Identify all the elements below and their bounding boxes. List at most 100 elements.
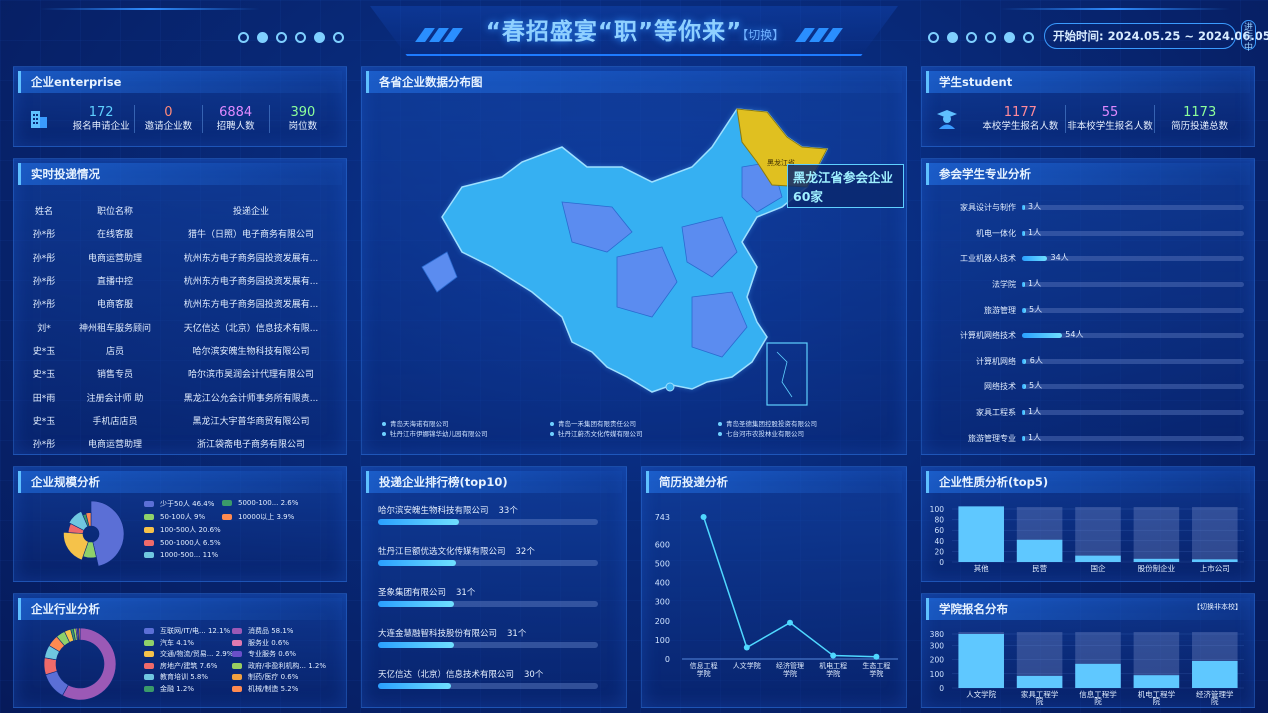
legend-item: 100-500人 20.6% xyxy=(144,525,221,535)
stat-label: 岗位数 xyxy=(288,121,318,132)
scale-pie-chart xyxy=(63,500,125,567)
stat-label: 本校学生报名人数 xyxy=(982,121,1059,132)
legend-item: 10000以上 3.9% xyxy=(222,512,294,522)
hainan[interactable] xyxy=(665,382,675,392)
x-tick-label: 其他 xyxy=(974,563,989,573)
legend-swatch xyxy=(144,552,154,558)
province[interactable] xyxy=(421,251,458,293)
stat-label: 报名申请企业 xyxy=(72,121,130,132)
table-row[interactable]: 史*玉 销售专员 哈尔滨市昊润会计代理有限公司 xyxy=(22,362,338,385)
bar-track: 1人 xyxy=(1022,228,1244,237)
legend-item: 教育培训 5.8% xyxy=(144,672,208,682)
y-tick-label: 600 xyxy=(655,540,670,549)
bar-fill xyxy=(378,560,457,566)
bar-fill xyxy=(1022,358,1027,364)
legend-item: 机械/制造 5.2% xyxy=(232,684,298,694)
legend-label: 消费品 58.1% xyxy=(248,627,294,635)
bar-track: 1人 xyxy=(1022,433,1244,442)
table-row[interactable]: 孙*彤 电商运营助理 杭州东方电子商务园投资发展有... xyxy=(22,246,338,269)
dot xyxy=(257,32,268,43)
legend-item: 交通/物流/贸易... 2.9% xyxy=(144,649,233,659)
legend-label: 1000-500... 11% xyxy=(160,551,219,559)
ranking-item[interactable]: 圣象集团有限公司 31个 xyxy=(378,585,598,626)
legend-item: 500-1000人 6.5% xyxy=(144,538,221,548)
y-tick-label: 500 xyxy=(655,559,670,568)
ranking-panel: 投递企业排行榜(top10) 哈尔滨安魄生物科技有限公司 33个 牡丹江巨额优选文化… xyxy=(361,466,627,708)
dots-right xyxy=(928,32,1034,43)
dot xyxy=(276,32,287,43)
legend-item: 汽车 4.1% xyxy=(144,638,194,648)
ranking-count: 31个 xyxy=(456,588,476,598)
major-row: 计算机网络 6人 xyxy=(930,349,1244,375)
map-legend-item: 青岛天海诺有限公司 xyxy=(382,418,449,428)
table-row[interactable]: 孙*彤 在线客服 猎牛（日照）电子商务有限公司 xyxy=(22,222,338,245)
ranking-item[interactable]: 哈尔滨安魄生物科技有限公司 33个 xyxy=(378,503,598,544)
legend-label: 制药/医疗 0.6% xyxy=(248,673,299,681)
legend-swatch xyxy=(144,514,154,520)
bar-fill xyxy=(1022,384,1026,390)
cell-company: 猎牛（日照）电子商务有限公司 xyxy=(187,230,314,241)
ranking-text: 哈尔滨安魄生物科技有限公司 33个 xyxy=(378,503,598,519)
bar-track: 3人 xyxy=(1022,202,1244,211)
y-tick-label: 0 xyxy=(939,558,944,567)
dot xyxy=(1023,32,1034,43)
cell-company: 哈尔滨安魄生物科技有限公司 xyxy=(192,346,310,357)
stat-value: 1173 xyxy=(1183,105,1217,120)
legend-swatch xyxy=(232,662,242,669)
bar-track xyxy=(378,683,598,689)
major-count: 3人 xyxy=(1027,202,1042,212)
cell-position: 直播中控 xyxy=(96,277,133,288)
china-map[interactable]: 黑龙江省 xyxy=(362,67,908,456)
table-row[interactable]: 刘* 神州租车服务顾问 天亿信达（北京）信息技术有限... xyxy=(22,315,338,338)
table-row[interactable]: 史*玉 手机店店员 黑龙江大宇普华商贸有限公司 xyxy=(22,409,338,432)
legend-label: 教育培训 5.8% xyxy=(160,673,209,681)
table-row[interactable]: 田*雨 注册会计师 助 黑龙江公允会计师事务所有限责... xyxy=(22,385,338,408)
table-row[interactable]: 孙*彤 电商运营助理 浙江袋斋电子商务有限公司 xyxy=(22,432,338,455)
switch-link[interactable]: 【切换】 xyxy=(742,28,784,42)
tooltip-value: 60家 xyxy=(793,189,823,204)
table-row[interactable]: 孙*彤 直播中控 杭州东方电子商务园投资发展有... xyxy=(22,269,338,292)
south-china-sea-inset xyxy=(766,342,808,406)
majors-bar-list: 家具设计与制作 3人 机电一体化 1人 工业机器人技术 34人 法学院 1人 旅游管理 5人 计算机… xyxy=(930,195,1244,451)
y-tick-label: 0 xyxy=(665,655,670,664)
cell-position: 销售专员 xyxy=(96,370,133,381)
table-row[interactable]: 史*玉 店员 哈尔滨安魄生物科技有限公司 xyxy=(22,339,338,362)
legend-label: 专业服务 0.6% xyxy=(248,650,297,658)
cell-name: 史*玉 xyxy=(32,416,56,427)
x-tick-label: 上市公司 xyxy=(1200,563,1230,573)
x-tick-label: 人文学院 xyxy=(733,661,761,670)
bar-fill xyxy=(378,642,454,648)
ranking-company: 圣象集团有限公司 xyxy=(378,588,447,598)
map-tooltip: 黑龙江省参会企业 60家 xyxy=(787,164,904,208)
cell-name: 刘* xyxy=(37,323,51,334)
y-tick-label: 20 xyxy=(934,547,944,556)
data-point xyxy=(700,514,707,520)
bar xyxy=(1192,661,1238,688)
cell-company: 天亿信达（北京）信息技术有限... xyxy=(183,323,319,334)
bar-fill xyxy=(1022,307,1026,313)
dot xyxy=(985,32,996,43)
major-count: 1人 xyxy=(1027,432,1042,442)
stat-resumes: 1173 简历投递总数 xyxy=(1155,105,1244,133)
ranking-item[interactable]: 天亿信达（北京）信息技术有限公司 30个 xyxy=(378,667,598,708)
major-label: 法学院 xyxy=(992,280,1016,290)
stat-value: 6884 xyxy=(219,105,253,120)
ranking-count: 33个 xyxy=(498,506,518,516)
ranking-item[interactable]: 牡丹江巨额优选文化传媒有限公司 32个 xyxy=(378,544,598,585)
legend-label: 500-1000人 6.5% xyxy=(160,539,221,547)
table-row[interactable]: 孙*彤 电商客服 杭州东方电子商务园投资发展有... xyxy=(22,292,338,315)
stat-label: 邀请企业数 xyxy=(144,121,193,132)
ranking-item[interactable]: 大连金慧融智科技股份有限公司 31个 xyxy=(378,626,598,667)
stat-local-students: 1177 本校学生报名人数 xyxy=(976,105,1066,133)
major-count: 34人 xyxy=(1050,253,1069,263)
major-count: 54人 xyxy=(1065,330,1084,340)
cell-name: 孙*彤 xyxy=(32,277,56,288)
legend-label: 交通/物流/贸易... 2.9% xyxy=(160,650,234,658)
bar-fill xyxy=(378,519,459,525)
bar xyxy=(1133,675,1180,688)
scale-panel: 企业规模分析 少于50人 46.4% 5000-100... 2.6% 50-100… xyxy=(13,466,347,582)
map-legend-item: 牡丹江蔚杰文化传媒有限公司 xyxy=(550,428,643,438)
bar-track xyxy=(378,519,598,525)
bar xyxy=(1075,663,1121,688)
ranking-count: 32个 xyxy=(515,547,535,557)
